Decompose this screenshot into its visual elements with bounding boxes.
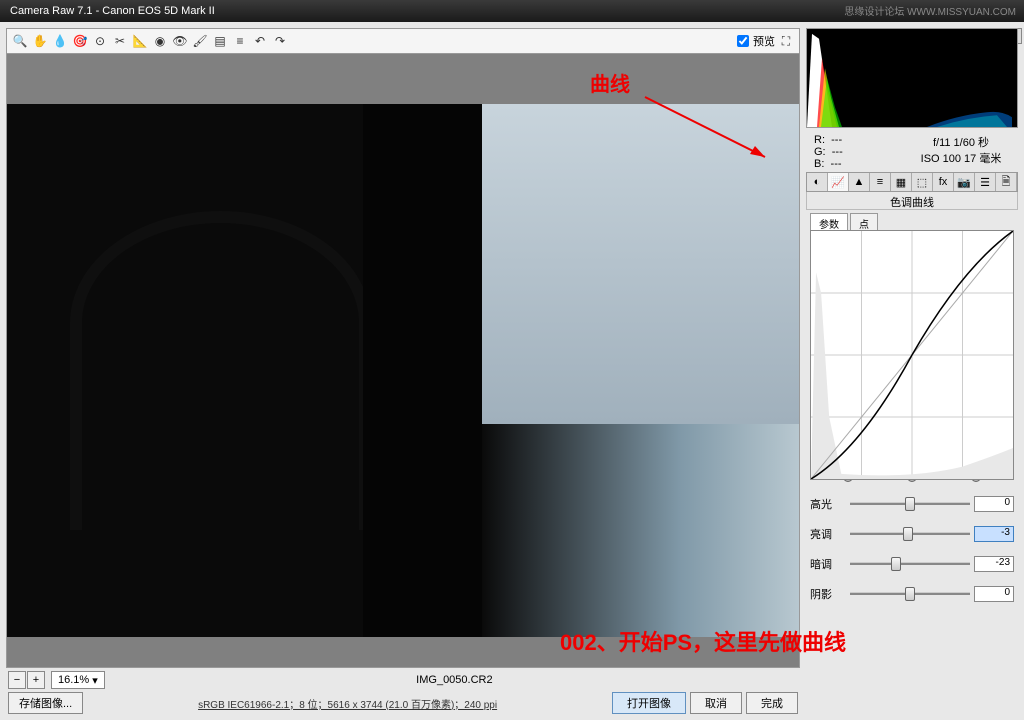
slider-highlights: 高光 0 [810, 492, 1014, 516]
slider-darks: 暗调 -23 [810, 552, 1014, 576]
preview-checkbox[interactable]: 预览 [737, 33, 775, 49]
slider-track-shadows[interactable] [850, 587, 970, 601]
photo-preview [7, 104, 799, 637]
preview-label: 预览 [753, 33, 775, 49]
footer-bar: 存储图像... sRGB IEC61966-2.1；8 位；5616 x 374… [6, 692, 800, 714]
tab-split-icon[interactable]: ▦ [891, 173, 912, 191]
fullscreen-icon[interactable]: ⛶ [777, 32, 795, 50]
value-lights[interactable]: -3 [974, 526, 1014, 542]
subtab-point[interactable]: 点 [850, 213, 878, 230]
cancel-button[interactable]: 取消 [690, 692, 742, 714]
straighten-icon[interactable]: 📐 [131, 32, 149, 50]
annotation-arrow-icon [640, 92, 770, 162]
tab-camera-icon[interactable]: 📷 [954, 173, 975, 191]
crop-tool-icon[interactable]: ✂ [111, 32, 129, 50]
zoom-tool-icon[interactable]: 🔍 [11, 32, 29, 50]
curve-subtabs: 参数 点 [806, 210, 1018, 230]
tab-snapshots-icon[interactable]: 🗎 [996, 173, 1017, 191]
slider-track-highlights[interactable] [850, 497, 970, 511]
annotation-bottom: 002、开始PS，这里先做曲线 [560, 625, 846, 657]
graduated-filter-icon[interactable]: ▤ [211, 32, 229, 50]
done-button[interactable]: 完成 [746, 692, 798, 714]
redeye-icon[interactable]: 👁 [171, 32, 189, 50]
panel-tab-strip: ◐ 📈 ▲ ≡ ▦ ⬚ fx 📷 ☰ 🗎 [806, 172, 1018, 192]
watermark: 思缘设计论坛 WWW.MISSYUAN.COM [844, 3, 1016, 18]
open-image-button[interactable]: 打开图像 [612, 692, 686, 714]
tab-lens-icon[interactable]: ⬚ [912, 173, 933, 191]
subtab-parametric[interactable]: 参数 [810, 213, 848, 230]
prefs-icon[interactable]: ≡ [231, 32, 249, 50]
rotate-ccw-icon[interactable]: ↶ [251, 32, 269, 50]
slider-shadows: 阴影 0 [810, 582, 1014, 606]
zoom-in-button[interactable]: + [27, 671, 45, 689]
slider-lights: 亮调 -3 [810, 522, 1014, 546]
targeted-adjust-icon[interactable]: ⊙ [91, 32, 109, 50]
value-highlights[interactable]: 0 [974, 496, 1014, 512]
panel-title: 色调曲线 [806, 192, 1018, 210]
title-text: Camera Raw 7.1 - Canon EOS 5D Mark II [10, 5, 215, 17]
spot-removal-icon[interactable]: ◉ [151, 32, 169, 50]
tab-presets-icon[interactable]: ☰ [975, 173, 996, 191]
info-readout: R: --- G: --- B: --- f/11 1/60 秒 ISO 100… [806, 132, 1018, 172]
value-shadows[interactable]: 0 [974, 586, 1014, 602]
preview-check-input[interactable] [737, 35, 749, 47]
zoom-out-button[interactable]: − [8, 671, 26, 689]
color-sampler-icon[interactable]: 🎯 [71, 32, 89, 50]
hand-tool-icon[interactable]: ✋ [31, 32, 49, 50]
tab-curve-icon[interactable]: 📈 [828, 173, 849, 191]
toolbar: 🔍 ✋ 💧 🎯 ⊙ ✂ 📐 ◉ 👁 🖌 ▤ ≡ ↶ ↷ 预览 ⛶ [6, 28, 800, 54]
right-pane: R: --- G: --- B: --- f/11 1/60 秒 ISO 100… [806, 22, 1024, 720]
workflow-options-link[interactable]: sRGB IEC61966-2.1；8 位；5616 x 3744 (21.0 … [83, 696, 612, 711]
slider-track-lights[interactable] [850, 527, 970, 541]
tab-basic-icon[interactable]: ◐ [807, 173, 828, 191]
white-balance-icon[interactable]: 💧 [51, 32, 69, 50]
tab-detail-icon[interactable]: ▲ [849, 173, 870, 191]
filename-label: IMG_0050.CR2 [111, 674, 798, 686]
slider-track-darks[interactable] [850, 557, 970, 571]
tone-curve-chart[interactable] [810, 230, 1014, 480]
parametric-sliders: 高光 0 亮调 -3 暗调 -23 阴影 [806, 486, 1018, 618]
value-darks[interactable]: -23 [974, 556, 1014, 572]
save-image-button[interactable]: 存储图像... [8, 692, 83, 714]
adjustment-brush-icon[interactable]: 🖌 [191, 32, 209, 50]
left-pane: 🔍 ✋ 💧 🎯 ⊙ ✂ 📐 ◉ 👁 🖌 ▤ ≡ ↶ ↷ 预览 ⛶ [0, 22, 806, 720]
bottom-info-bar: − + 16.1% ▾ IMG_0050.CR2 [6, 668, 800, 692]
histogram[interactable] [806, 28, 1018, 128]
tab-hsl-icon[interactable]: ≡ [870, 173, 891, 191]
rotate-cw-icon[interactable]: ↷ [271, 32, 289, 50]
zoom-level-dropdown[interactable]: 16.1% ▾ [51, 671, 105, 689]
tab-fx-icon[interactable]: fx [933, 173, 954, 191]
annotation-curve: 曲线 [590, 68, 630, 97]
